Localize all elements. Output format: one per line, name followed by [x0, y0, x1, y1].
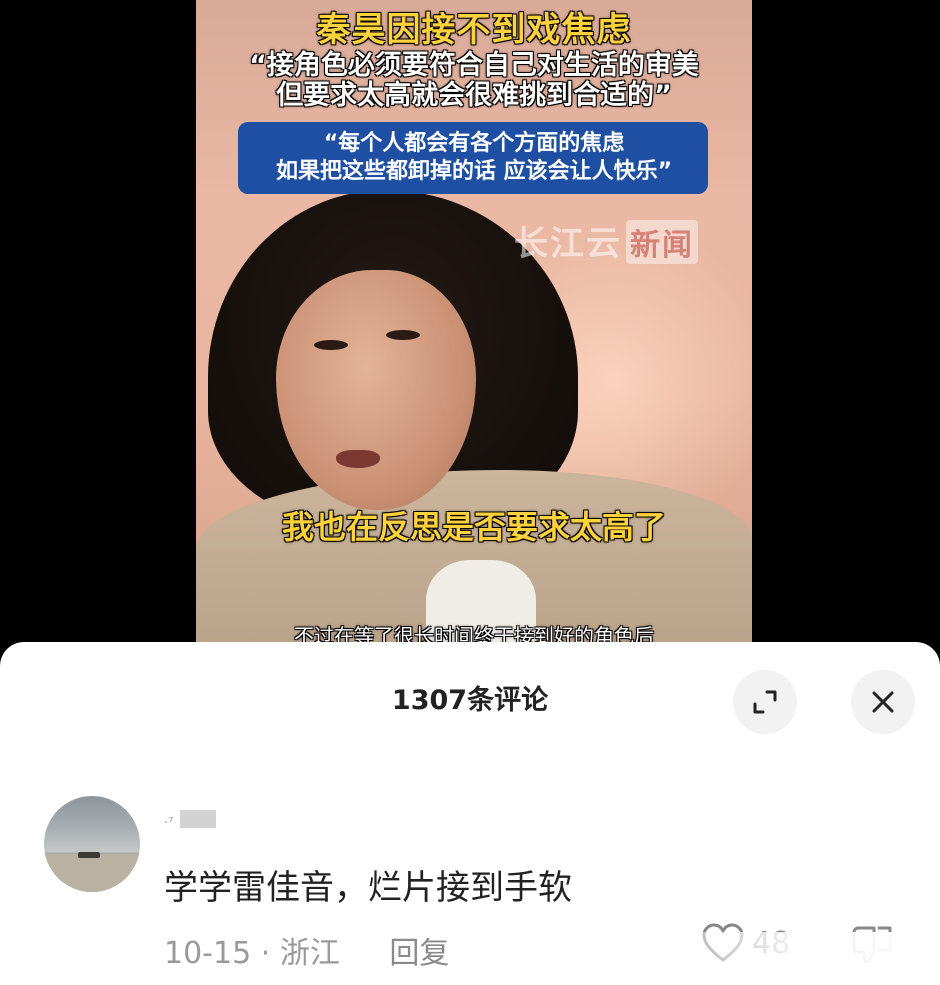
reply-button[interactable]: 回复	[389, 936, 449, 971]
comment-location: 浙江	[279, 936, 340, 971]
comment-meta: 10-15 · 浙江 回复	[164, 928, 449, 972]
expand-icon	[753, 690, 777, 714]
expand-button[interactable]	[733, 670, 797, 734]
person-eye-right	[386, 330, 420, 340]
bottom-fade-overlay	[600, 932, 940, 985]
comment-text: 学学雷佳音，烂片接到手软	[164, 868, 572, 908]
close-button[interactable]	[851, 670, 915, 734]
video-title-caption: 秦昊因接不到戏焦虑	[316, 10, 632, 50]
video-subtitle-main: 我也在反思是否要求太高了	[281, 508, 666, 546]
close-icon	[872, 691, 894, 713]
video-player[interactable]: 秦昊因接不到戏焦虑 “接角色必须要符合自己对生活的审美 但要求太高就会很难挑到合…	[196, 0, 752, 660]
comment-date: 10-15	[164, 936, 252, 971]
comments-count-title: 1307条评论	[391, 685, 549, 716]
comments-sheet: 1307条评论 ·⁷ 学学雷佳音，烂片接到手软 10-15 · 浙江 回复	[0, 642, 940, 985]
person-mouth	[336, 450, 380, 468]
avatar[interactable]	[44, 796, 140, 892]
quote-caption-line-2: 但要求太高就会很难挑到合适的”	[276, 80, 672, 111]
quote-box-line-1: “每个人都会有各个方面的焦虑	[323, 131, 625, 156]
comment-username[interactable]: ·⁷	[164, 810, 216, 831]
quote-caption-line-1: “接角色必须要符合自己对生活的审美	[249, 50, 699, 81]
meta-separator: ·	[260, 936, 271, 971]
username-mark: ·⁷	[164, 816, 174, 831]
watermark-text: 长江云	[514, 224, 622, 264]
quote-box-line-2: 如果把这些都卸掉的话 应该会让人快乐”	[275, 159, 673, 184]
news-watermark: 长江云 新闻	[514, 216, 698, 265]
person-eye-left	[314, 340, 348, 350]
avatar-ground	[44, 854, 140, 892]
username-redacted	[180, 810, 216, 828]
app-root: 秦昊因接不到戏焦虑 “接角色必须要符合自己对生活的审美 但要求太高就会很难挑到合…	[0, 0, 940, 985]
watermark-badge: 新闻	[626, 220, 698, 264]
avatar-boat	[78, 852, 100, 858]
